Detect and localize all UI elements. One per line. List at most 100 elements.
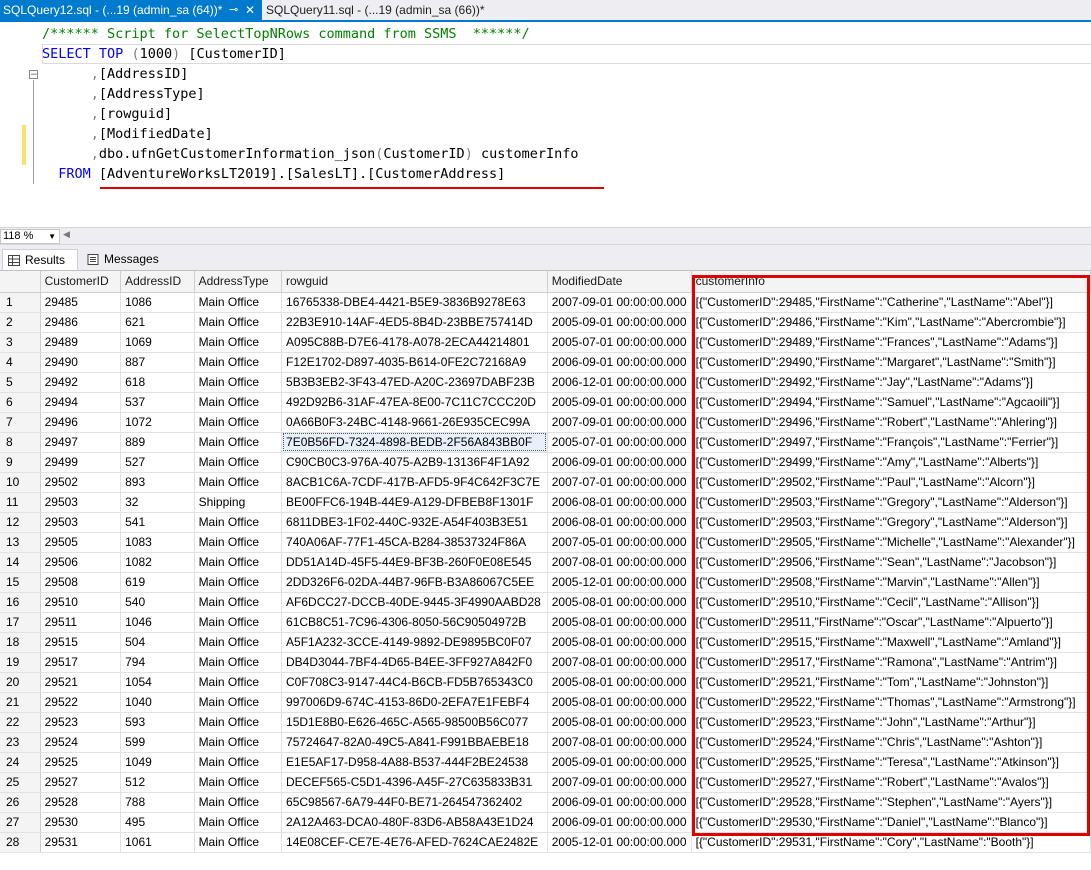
grid-cell[interactable]: Main Office	[194, 452, 283, 473]
grid-cell[interactable]: 29524	[40, 732, 122, 753]
row-number-cell[interactable]: 6	[0, 392, 41, 413]
grid-cell[interactable]: [{"CustomerID":29489,"FirstName":"France…	[691, 332, 1091, 353]
grid-cell[interactable]: [{"CustomerID":29528,"FirstName":"Stephe…	[691, 792, 1091, 813]
table-row[interactable]: 28 29531 1061 Main Office 14E08CEF-CE7E-4E76…	[0, 832, 1091, 853]
grid-cell[interactable]: [{"CustomerID":29521,"FirstName":"Tom","…	[691, 672, 1091, 693]
grid-cell[interactable]: Main Office	[194, 512, 283, 533]
row-number-cell[interactable]: 19	[0, 652, 41, 673]
collapse-toggle-icon[interactable]: −	[29, 70, 38, 80]
row-number-cell[interactable]: 8	[0, 432, 41, 453]
tab-messages[interactable]: Messages	[82, 249, 172, 270]
table-row[interactable]: 27 29530 495 Main Office 2A12A463-DCA0-480F-…	[0, 812, 1091, 833]
grid-cell[interactable]: [{"CustomerID":29506,"FirstName":"Sean",…	[691, 552, 1091, 573]
grid-cell[interactable]: 32	[120, 492, 195, 513]
grid-cell[interactable]: 2007-08-01 00:00:00.000	[547, 732, 692, 753]
grid-cell[interactable]: 621	[120, 312, 195, 333]
table-row[interactable]: 3 29489 1069 Main Office A095C88B-D7E6-4178-…	[0, 332, 1091, 353]
table-row[interactable]: 12 29503 541 Main Office 6811DBE3-1F02-440C-…	[0, 512, 1091, 533]
row-number-cell[interactable]: 4	[0, 352, 41, 373]
row-number-cell[interactable]: 14	[0, 552, 41, 573]
grid-cell[interactable]: Main Office	[194, 752, 283, 773]
row-number-cell[interactable]: 22	[0, 712, 41, 733]
grid-cell[interactable]: 2006-08-01 00:00:00.000	[547, 512, 692, 533]
grid-cell[interactable]: 22B3E910-14AF-4ED5-8B4D-23BBE757414D	[281, 312, 548, 333]
grid-cell[interactable]: 75724647-82A0-49C5-A841-F991BBAEBE18	[281, 732, 548, 753]
grid-cell[interactable]: 593	[120, 712, 195, 733]
grid-cell[interactable]: 16765338-DBE4-4421-B5E9-3836B9278E63	[281, 292, 548, 313]
grid-cell[interactable]: 29486	[40, 312, 122, 333]
grid-cell[interactable]: 2007-07-01 00:00:00.000	[547, 472, 692, 493]
grid-cell[interactable]: 29531	[40, 832, 122, 853]
grid-cell[interactable]: 7E0B56FD-7324-4898-BEDB-2F56A843BB0F	[281, 432, 548, 453]
grid-cell[interactable]: 1083	[120, 532, 195, 553]
grid-cell[interactable]: 2005-08-01 00:00:00.000	[547, 712, 692, 733]
grid-cell[interactable]: [{"CustomerID":29508,"FirstName":"Marvin…	[691, 572, 1091, 593]
grid-cell[interactable]: 29527	[40, 772, 122, 793]
grid-cell[interactable]: DB4D3044-7BF4-4D65-B4EE-3FF927A842F0	[281, 652, 548, 673]
grid-cell[interactable]: 29515	[40, 632, 122, 653]
query-editor[interactable]: − /****** Script for SelectTopNRows comm…	[0, 22, 1091, 227]
row-number-cell[interactable]: 11	[0, 492, 41, 513]
grid-cell[interactable]: 2006-09-01 00:00:00.000	[547, 792, 692, 813]
grid-cell[interactable]: 2006-09-01 00:00:00.000	[547, 352, 692, 373]
grid-cell[interactable]: 1046	[120, 612, 195, 633]
grid-cell[interactable]: Main Office	[194, 472, 283, 493]
grid-cell[interactable]: 29528	[40, 792, 122, 813]
grid-cell[interactable]: 2007-05-01 00:00:00.000	[547, 532, 692, 553]
grid-cell[interactable]: 1049	[120, 752, 195, 773]
column-header[interactable]: customerInfo	[691, 271, 1091, 293]
grid-cell[interactable]: Main Office	[194, 692, 283, 713]
grid-cell[interactable]: 1072	[120, 412, 195, 433]
grid-cell[interactable]: [{"CustomerID":29530,"FirstName":"Daniel…	[691, 812, 1091, 833]
grid-cell[interactable]: C0F708C3-9147-44C4-B6CB-FD5B765343C0	[281, 672, 548, 693]
grid-cell[interactable]: 997006D9-674C-4153-86D0-2EFA7E1FEBF4	[281, 692, 548, 713]
grid-cell[interactable]: 61CB8C51-7C96-4306-8050-56C90504972B	[281, 612, 548, 633]
grid-cell[interactable]: 6811DBE3-1F02-440C-932E-A54F403B3E51	[281, 512, 548, 533]
grid-cell[interactable]: E1E5AF17-D958-4A88-B537-444F2BE24538	[281, 752, 548, 773]
grid-cell[interactable]: [{"CustomerID":29503,"FirstName":"Gregor…	[691, 512, 1091, 533]
grid-cell[interactable]: 15D1E8B0-E626-465C-A565-98500B56C077	[281, 712, 548, 733]
grid-cell[interactable]: 2007-09-01 00:00:00.000	[547, 412, 692, 433]
grid-cell[interactable]: Main Office	[194, 672, 283, 693]
grid-cell[interactable]: DECEF565-C5D1-4396-A45F-27C635833B31	[281, 772, 548, 793]
grid-cell[interactable]: 14E08CEF-CE7E-4E76-AFED-7624CAE2482E	[281, 832, 548, 853]
grid-cell[interactable]: [{"CustomerID":29496,"FirstName":"Robert…	[691, 412, 1091, 433]
grid-cell[interactable]: Main Office	[194, 592, 283, 613]
grid-cell[interactable]: 788	[120, 792, 195, 813]
grid-cell[interactable]: A095C88B-D7E6-4178-A078-2ECA44214801	[281, 332, 548, 353]
table-row[interactable]: 13 29505 1083 Main Office 740A06AF-77F1-45CA…	[0, 532, 1091, 553]
grid-cell[interactable]: 540	[120, 592, 195, 613]
row-number-cell[interactable]: 10	[0, 472, 41, 493]
grid-cell[interactable]: 2005-08-01 00:00:00.000	[547, 592, 692, 613]
column-header[interactable]: CustomerID	[40, 271, 122, 293]
grid-cell[interactable]: 29525	[40, 752, 122, 773]
table-row[interactable]: 1 29485 1086 Main Office 16765338-DBE4-4421-…	[0, 292, 1091, 313]
grid-cell[interactable]: Main Office	[194, 652, 283, 673]
scroll-left-icon[interactable]: ◀	[63, 230, 70, 240]
grid-cell[interactable]: Main Office	[194, 612, 283, 633]
grid-cell[interactable]: Main Office	[194, 332, 283, 353]
row-number-cell[interactable]: 2	[0, 312, 41, 333]
grid-cell[interactable]: [{"CustomerID":29524,"FirstName":"Chris"…	[691, 732, 1091, 753]
grid-cell[interactable]: 29530	[40, 812, 122, 833]
grid-cell[interactable]: 619	[120, 572, 195, 593]
row-number-cell[interactable]: 1	[0, 292, 41, 313]
row-number-cell[interactable]: 28	[0, 832, 41, 853]
grid-cell[interactable]: 504	[120, 632, 195, 653]
grid-cell[interactable]: [{"CustomerID":29485,"FirstName":"Cather…	[691, 292, 1091, 313]
table-row[interactable]: 7 29496 1072 Main Office 0A66B0F3-24BC-4148-…	[0, 412, 1091, 433]
grid-cell[interactable]: 29502	[40, 472, 122, 493]
grid-cell[interactable]: 2005-12-01 00:00:00.000	[547, 572, 692, 593]
grid-cell[interactable]: 2005-07-01 00:00:00.000	[547, 332, 692, 353]
column-header[interactable]: rowguid	[281, 271, 548, 293]
table-row[interactable]: 4 29490 887 Main Office F12E1702-D897-4035-B…	[0, 352, 1091, 373]
grid-cell[interactable]: Main Office	[194, 352, 283, 373]
grid-cell[interactable]: Main Office	[194, 372, 283, 393]
grid-cell[interactable]: [{"CustomerID":29494,"FirstName":"Samuel…	[691, 392, 1091, 413]
row-number-cell[interactable]: 27	[0, 812, 41, 833]
grid-cell[interactable]: 29511	[40, 612, 122, 633]
grid-cell[interactable]: Main Office	[194, 432, 283, 453]
tab-sqlquery12[interactable]: SQLQuery12.sql - (...19 (admin_sa (64))*…	[0, 0, 262, 20]
grid-cell[interactable]: 29503	[40, 512, 122, 533]
grid-cell[interactable]: 29497	[40, 432, 122, 453]
